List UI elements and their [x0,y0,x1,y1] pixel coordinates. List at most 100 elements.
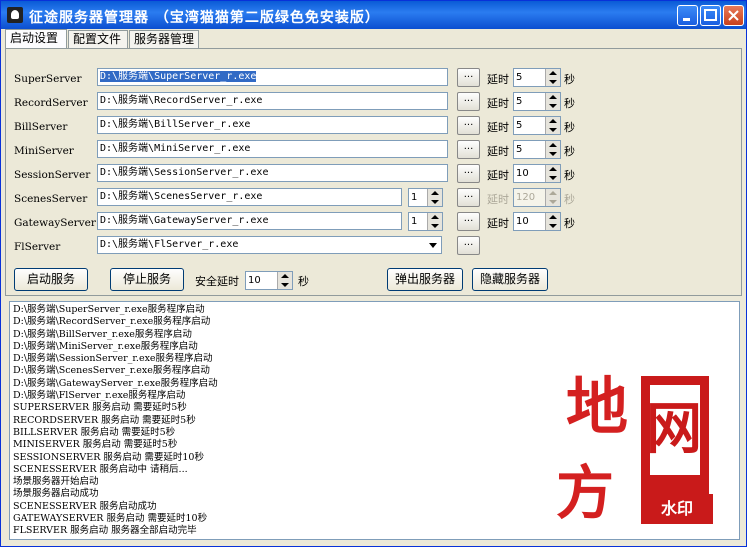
server-path-value: D:\服务端\ScenesServer_r.exe [100,191,263,202]
delay-spinner[interactable]: 120 [513,188,561,207]
spinner-arrows-icon[interactable] [545,213,560,230]
browse-button[interactable]: ... [457,68,480,87]
minimize-button[interactable] [677,5,698,26]
delay-label: 延时 [487,73,509,86]
log-line: D:\服务端\RecordServer_r.exe服务程序启动 [13,316,211,328]
delay-spinner[interactable]: 5 [513,140,561,159]
spinner-arrows-icon[interactable] [545,141,560,158]
delay-value: 5 [516,96,523,107]
watermark-char-2: 方 [556,459,615,527]
delay-spinner[interactable]: 5 [513,68,561,87]
server-label: SuperServer [14,73,82,85]
maximize-icon [704,9,717,21]
tab-server-management[interactable]: 服务器管理 [129,30,199,48]
delay-spinner[interactable]: 5 [513,116,561,135]
server-label: SessionServer [14,169,91,181]
delay-label: 延时 [487,217,509,230]
start-service-button[interactable]: 启动服务 [14,268,88,291]
server-path-input[interactable]: D:\服务端\RecordServer_r.exe [97,92,448,110]
app-icon [7,7,23,23]
popup-server-button[interactable]: 弹出服务器 [387,268,463,291]
delay-unit: 秒 [564,97,575,110]
browse-button[interactable]: ... [457,92,480,111]
spinner-arrows-icon[interactable] [427,213,442,230]
browse-button[interactable]: ... [457,236,480,255]
server-path-value: D:\服务端\MiniServer_r.exe [100,143,251,154]
delay-value: 10 [516,168,529,179]
server-path-input[interactable]: D:\服务端\BillServer_r.exe [97,116,448,134]
close-icon [728,10,739,21]
instance-count-spinner[interactable]: 1 [408,212,443,231]
spinner-arrows-icon[interactable] [427,189,442,206]
server-path-input[interactable]: D:\服务端\SuperServer_r.exe [97,68,448,86]
browse-button[interactable]: ... [457,140,480,159]
watermark-stamp: 水印 [641,494,713,524]
delay-unit: 秒 [564,217,575,230]
delay-label: 延时 [487,97,509,110]
browse-button[interactable]: ... [457,212,480,231]
delay-spinner[interactable]: 10 [513,164,561,183]
spinner-arrows-icon[interactable] [545,189,560,206]
minimize-icon [683,18,690,21]
chevron-down-icon[interactable] [425,237,441,253]
delay-label: 延时 [487,145,509,158]
server-path-input[interactable]: D:\服务端\SessionServer_r.exe [97,164,448,182]
safe-delay-unit: 秒 [298,275,309,288]
instance-count-spinner[interactable]: 1 [408,188,443,207]
log-line: D:\服务端\BillServer_r.exe服务程序启动 [13,328,192,340]
server-path-value: D:\服务端\FlServer_r.exe [100,239,239,250]
window-title: 征途服务器管理器 （宝湾猫猫第二版绿色免安装版） [29,10,380,26]
watermark-char-3: 网 [646,396,702,462]
delay-spinner[interactable]: 5 [513,92,561,111]
delay-unit: 秒 [564,121,575,134]
browse-button[interactable]: ... [457,116,480,135]
delay-label: 延时 [487,169,509,182]
safe-delay-label: 安全延时 [195,275,239,288]
browse-button[interactable]: ... [457,188,480,207]
delay-spinner[interactable]: 10 [513,212,561,231]
server-label: BillServer [14,121,68,133]
server-path-input[interactable]: D:\服务端\ScenesServer_r.exe [97,188,402,206]
server-path-value: D:\服务端\SessionServer_r.exe [100,167,269,178]
tab-startup-settings[interactable]: 启动设置 [5,29,67,49]
browse-button[interactable]: ... [457,164,480,183]
maximize-button[interactable] [700,5,721,26]
stop-service-button[interactable]: 停止服务 [110,268,184,291]
spinner-arrows-icon[interactable] [545,117,560,134]
spinner-arrows-icon[interactable] [277,272,292,289]
spinner-arrows-icon[interactable] [545,69,560,86]
close-button[interactable] [723,5,744,26]
delay-value: 10 [516,216,529,227]
delay-value: 5 [516,72,523,83]
safe-delay-spinner[interactable]: 10 [245,271,293,290]
server-path-value: D:\服务端\RecordServer_r.exe [100,95,263,106]
delay-unit: 秒 [564,73,575,86]
server-path-input[interactable]: D:\服务端\GatewayServer_r.exe [97,212,402,230]
delay-label: 延时 [487,193,509,206]
server-path-value: D:\服务端\BillServer_r.exe [100,119,251,130]
server-label: GatewayServer [14,217,96,229]
server-label: RecordServer [14,97,88,109]
instance-count-value: 1 [411,216,418,227]
safe-delay-value: 10 [248,275,261,286]
server-label: ScenesServer [14,193,88,205]
delay-unit: 秒 [564,145,575,158]
server-path-input[interactable]: D:\服务端\MiniServer_r.exe [97,140,448,158]
server-path-value: D:\服务端\GatewayServer_r.exe [100,215,269,226]
log-line: D:\服务端\MiniServer_r.exe服务程序启动 [13,340,198,352]
tab-config-files[interactable]: 配置文件 [68,30,128,48]
hide-server-button[interactable]: 隐藏服务器 [472,268,548,291]
title-bar[interactable]: 征途服务器管理器 （宝湾猫猫第二版绿色免安装版） [1,1,746,29]
server-label: MiniServer [14,145,74,157]
delay-unit: 秒 [564,169,575,182]
spinner-arrows-icon[interactable] [545,93,560,110]
delay-value: 120 [516,192,536,203]
watermark-box: 网 [641,376,709,511]
spinner-arrows-icon[interactable] [545,165,560,182]
server-path-input[interactable]: D:\服务端\FlServer_r.exe [97,236,442,254]
delay-unit: 秒 [564,193,575,206]
server-path-value: D:\服务端\SuperServer_r.exe [100,71,257,82]
watermark: 地 方 网 水印 [546,356,736,536]
instance-count-value: 1 [411,192,418,203]
startup-settings-panel: SuperServer D:\服务端\SuperServer_r.exe... 延时… [5,48,742,296]
